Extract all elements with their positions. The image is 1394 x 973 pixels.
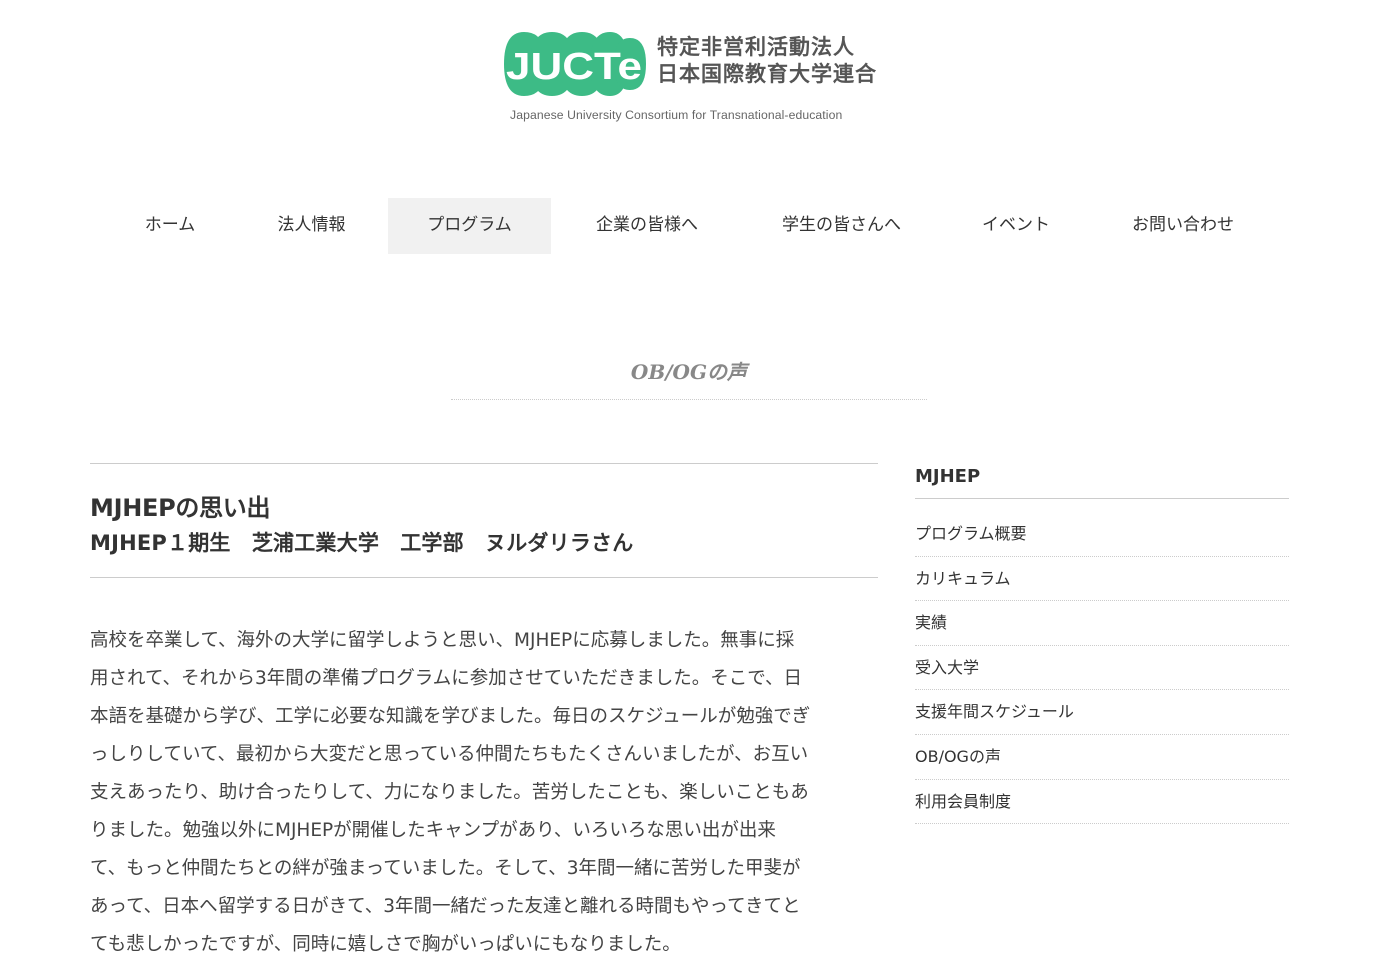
article-divider-top [90,463,878,464]
sidebar-heading: MJHEP [915,466,981,487]
sidebar-item-host-universities[interactable]: 受入大学 [915,646,1289,691]
sidebar-item-program-overview[interactable]: プログラム概要 [915,512,1289,557]
article-title: MJHEPの思い出 [90,494,271,522]
logo-english-name: Japanese University Consortium for Trans… [510,108,843,122]
article-body-line: 高校を卒業して、海外の大学に留学しようと思い、MJHEPに応募しました。無事に採 [90,630,795,651]
nav-contact[interactable]: お問い合わせ [1092,198,1274,254]
article-body: 高校を卒業して、海外の大学に留学しようと思い、MJHEPに応募しました。無事に採… [90,622,878,964]
article-subtitle: MJHEP１期生 芝浦工業大学 工学部 ヌルダリラさん [90,531,634,555]
article-body-line: 支えあったり、助け合ったりして、力になりました。苦労したことも、楽しいこともあ [90,782,809,803]
article-body-line: て、もっと仲間たちとの絆が強まっていました。そして、3年間一緒に苦労した甲斐が [90,858,801,879]
site-logo[interactable]: JUCTe 特定非営利活動法人 日本国際教育大学連合 Japanese Univ… [500,24,880,128]
nav-program[interactable]: プログラム [388,198,551,254]
nav-for-companies[interactable]: 企業の皆様へ [551,198,743,254]
nav-for-students[interactable]: 学生の皆さんへ [743,198,940,254]
logo-mark-text: JUCTe [506,46,642,88]
article-body-line: あって、日本へ留学する日がきて、3年間一緒だった友達と離れる時間もやってきてと [90,896,801,917]
sidebar-menu: プログラム概要 カリキュラム 実績 受入大学 支援年間スケジュール OB/OGの… [915,512,1289,825]
article-body-line: ても悲しかったですが、同時に嬉しさで胸がいっぱいにもなりました。 [90,934,681,955]
nav-home[interactable]: ホーム [105,198,235,254]
sidebar-item-alumni-voices[interactable]: OB/OGの声 [915,735,1289,780]
article-body-line: 用されて、それから3年間の準備プログラムに参加させていただきました。そこで、日 [90,668,802,689]
article-body-line: っしりしていて、最初から大変だと思っている仲間たちもたくさんいましたが、お互い [90,744,809,765]
article-divider-bottom [90,577,878,578]
sidebar-item-results[interactable]: 実績 [915,601,1289,646]
page-title-divider [451,399,927,400]
logo-name-line1: 特定非営利活動法人 [657,35,855,59]
sidebar-item-membership[interactable]: 利用会員制度 [915,780,1289,825]
nav-events[interactable]: イベント [940,198,1092,254]
sidebar-item-annual-schedule[interactable]: 支援年間スケジュール [915,690,1289,735]
main-nav: ホーム 法人情報 プログラム 企業の皆様へ 学生の皆さんへ イベント お問い合わ… [105,198,1274,254]
jucte-logo-mark: JUCTe [504,32,646,96]
page-title: OB/OGの声 [630,360,748,384]
nav-corporate-info[interactable]: 法人情報 [235,198,388,254]
article-body-line: りました。勉強以外にMJHEPが開催したキャンプがあり、いろいろな思い出が出来 [90,820,776,841]
sidebar-item-curriculum[interactable]: カリキュラム [915,557,1289,602]
logo-name-line2: 日本国際教育大学連合 [657,62,877,86]
sidebar-heading-divider [915,498,1289,499]
article-body-line: 本語を基礎から学び、工学に必要な知識を学びました。毎日のスケジュールが勉強でぎ [90,706,811,727]
